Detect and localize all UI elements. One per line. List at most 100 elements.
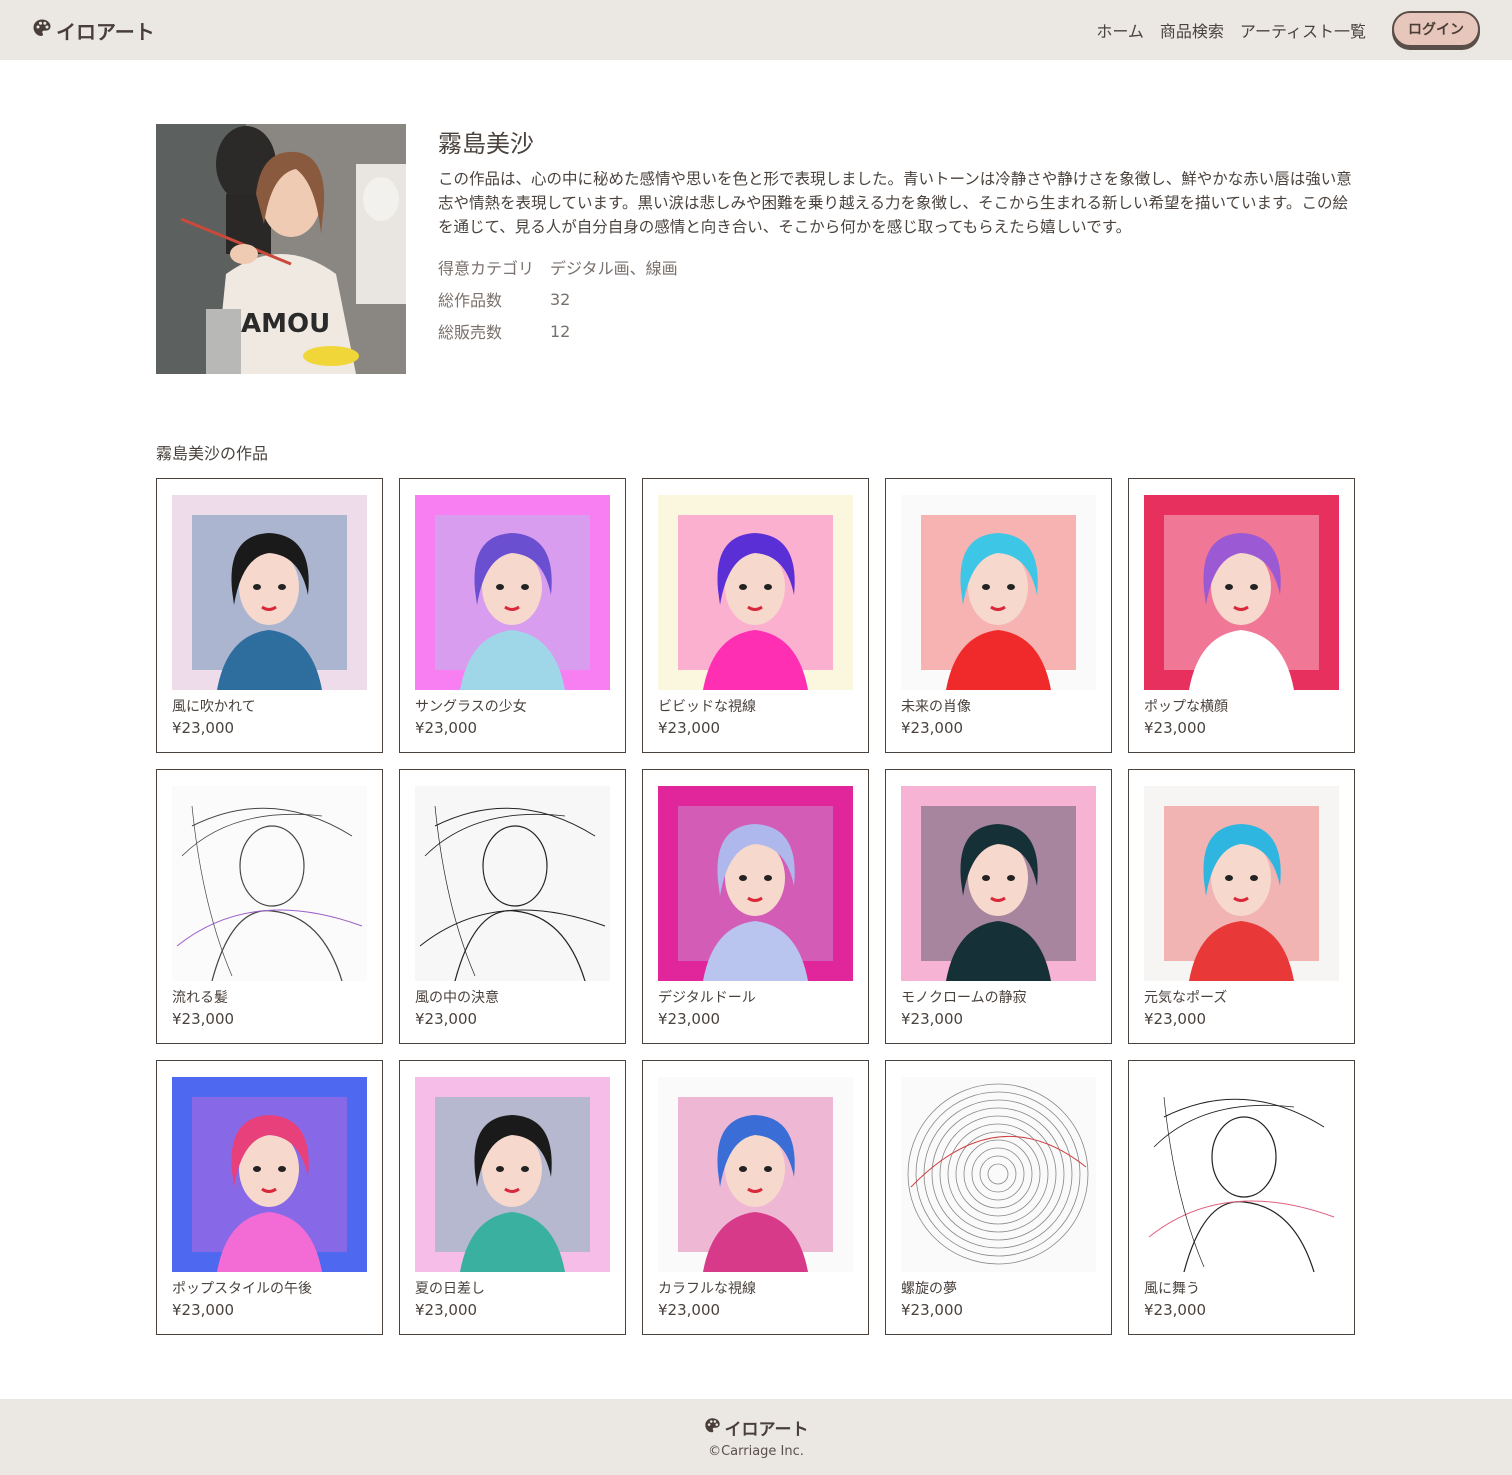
artist-stats: 得意カテゴリ デジタル画、線画 総作品数 32 総販売数 12 [438, 251, 1356, 347]
stat-row: 総販売数 12 [438, 315, 1356, 347]
artwork-illustration [1164, 806, 1319, 981]
artwork-illustration [921, 515, 1076, 690]
work-title: 元気なポーズ [1144, 990, 1228, 1006]
work-price: ¥23,000 [172, 719, 235, 737]
work-price: ¥23,000 [415, 719, 478, 737]
work-title: 螺旋の夢 [901, 1281, 957, 1297]
work-price: ¥23,000 [172, 1301, 235, 1319]
work-card[interactable]: ポップな横顔 ¥23,000 [1128, 478, 1355, 753]
work-title: 未来の肖像 [901, 699, 971, 715]
work-card[interactable]: 風の中の決意 ¥23,000 [399, 769, 626, 1044]
artwork-illustration [1148, 1096, 1335, 1272]
nav-product-search[interactable]: 商品検索 [1160, 18, 1224, 42]
work-title: ポップスタイルの午後 [172, 1281, 312, 1297]
work-title: 風に吹かれて [172, 699, 256, 715]
work-thumbnail [1144, 1077, 1339, 1272]
work-price: ¥23,000 [658, 1010, 721, 1028]
work-card[interactable]: ビビッドな視線 ¥23,000 [642, 478, 869, 753]
artwork-illustration [435, 1097, 590, 1272]
artist-name: 霧島美沙 [438, 130, 534, 158]
work-price: ¥23,000 [901, 1301, 964, 1319]
work-price: ¥23,000 [172, 1010, 235, 1028]
artist-profile: AMOU 霧島美沙 この作品は、心の中に秘めた感情や思いを色と形で表現しました。… [156, 124, 1356, 374]
work-thumbnail [901, 1077, 1096, 1272]
artwork-illustration [419, 805, 606, 981]
work-thumbnail [415, 495, 610, 690]
site-header: イロアート ホーム 商品検索 アーティスト一覧 ログイン [0, 0, 1512, 60]
work-title: デジタルドール [658, 990, 756, 1006]
work-card[interactable]: デジタルドール ¥23,000 [642, 769, 869, 1044]
work-thumbnail [658, 786, 853, 981]
work-title: サングラスの少女 [415, 699, 527, 715]
stat-label: 総販売数 [438, 323, 503, 342]
artist-bio: この作品は、心の中に秘めた感情や思いを色と形で表現しました。青いトーンは冷静さや… [438, 170, 1352, 236]
work-thumbnail [1144, 495, 1339, 690]
works-grid: 風に吹かれて ¥23,000 サングラスの少女 ¥23,000 ビビッドな視線 ¥23… [156, 478, 1355, 1335]
artist-info: 霧島美沙 この作品は、心の中に秘めた感情や思いを色と形で表現しました。青いトーン… [438, 124, 1356, 374]
nav-home[interactable]: ホーム [1096, 18, 1144, 42]
stat-value: デジタル画、線画 [550, 259, 678, 278]
artwork-illustration [176, 805, 363, 981]
copyright: ©Carriage Inc. [708, 1444, 804, 1459]
artwork-illustration [678, 515, 833, 690]
work-price: ¥23,000 [1144, 719, 1207, 737]
main-nav: ホーム 商品検索 アーティスト一覧 ログイン [1096, 10, 1480, 47]
work-thumbnail [658, 1077, 853, 1272]
work-price: ¥23,000 [415, 1010, 478, 1028]
stat-label: 総作品数 [438, 291, 503, 310]
work-thumbnail [1144, 786, 1339, 981]
work-card[interactable]: 風に舞う ¥23,000 [1128, 1060, 1355, 1335]
work-thumbnail [172, 495, 367, 690]
work-card[interactable]: サングラスの少女 ¥23,000 [399, 478, 626, 753]
artwork-illustration [192, 515, 347, 690]
works-section-title: 霧島美沙の作品 [156, 444, 269, 463]
work-title: 夏の日差し [415, 1281, 485, 1297]
work-card[interactable]: カラフルな視線 ¥23,000 [642, 1060, 869, 1335]
work-card[interactable]: モノクロームの静寂 ¥23,000 [885, 769, 1112, 1044]
work-thumbnail [901, 786, 1096, 981]
work-card[interactable]: 未来の肖像 ¥23,000 [885, 478, 1112, 753]
work-price: ¥23,000 [1144, 1010, 1207, 1028]
work-price: ¥23,000 [658, 1301, 721, 1319]
work-price: ¥23,000 [901, 1010, 964, 1028]
work-thumbnail [415, 786, 610, 981]
artist-photo: AMOU [156, 124, 406, 374]
work-title: モノクロームの静寂 [901, 990, 1027, 1006]
work-thumbnail [415, 1077, 610, 1272]
work-card[interactable]: ポップスタイルの午後 ¥23,000 [156, 1060, 383, 1335]
work-title: カラフルな視線 [658, 1281, 756, 1297]
nav-artist-list[interactable]: アーティスト一覧 [1240, 18, 1366, 42]
work-title: ビビッドな視線 [658, 699, 756, 715]
work-card[interactable]: 風に吹かれて ¥23,000 [156, 478, 383, 753]
work-thumbnail [172, 786, 367, 981]
work-title: 風に舞う [1144, 1281, 1200, 1297]
site-logo[interactable]: イロアート [32, 16, 155, 45]
artwork-illustration [678, 1097, 833, 1272]
artwork-illustration [192, 1097, 347, 1272]
work-thumbnail [172, 1077, 367, 1272]
login-button[interactable]: ログイン [1392, 10, 1480, 47]
artwork-illustration [907, 1083, 1089, 1265]
work-card[interactable]: 流れる髪 ¥23,000 [156, 769, 383, 1044]
stat-row: 得意カテゴリ デジタル画、線画 [438, 251, 1356, 283]
work-thumbnail [901, 495, 1096, 690]
work-price: ¥23,000 [415, 1301, 478, 1319]
work-thumbnail [658, 495, 853, 690]
work-price: ¥23,000 [1144, 1301, 1207, 1319]
stat-label: 得意カテゴリ [438, 259, 535, 278]
svg-text:AMOU: AMOU [241, 309, 330, 339]
stat-value: 12 [550, 321, 571, 341]
artwork-illustration [1164, 515, 1319, 690]
work-title: 風の中の決意 [415, 990, 499, 1006]
palette-icon [32, 18, 52, 43]
palette-icon [704, 1417, 721, 1439]
work-title: 流れる髪 [172, 990, 228, 1006]
footer-logo[interactable]: イロアート [704, 1415, 808, 1440]
work-card[interactable]: 元気なポーズ ¥23,000 [1128, 769, 1355, 1044]
stat-value: 32 [550, 289, 571, 309]
work-card[interactable]: 螺旋の夢 ¥23,000 [885, 1060, 1112, 1335]
work-price: ¥23,000 [658, 719, 721, 737]
work-card[interactable]: 夏の日差し ¥23,000 [399, 1060, 626, 1335]
site-footer: イロアート ©Carriage Inc. [0, 1399, 1512, 1475]
artwork-illustration [435, 515, 590, 690]
